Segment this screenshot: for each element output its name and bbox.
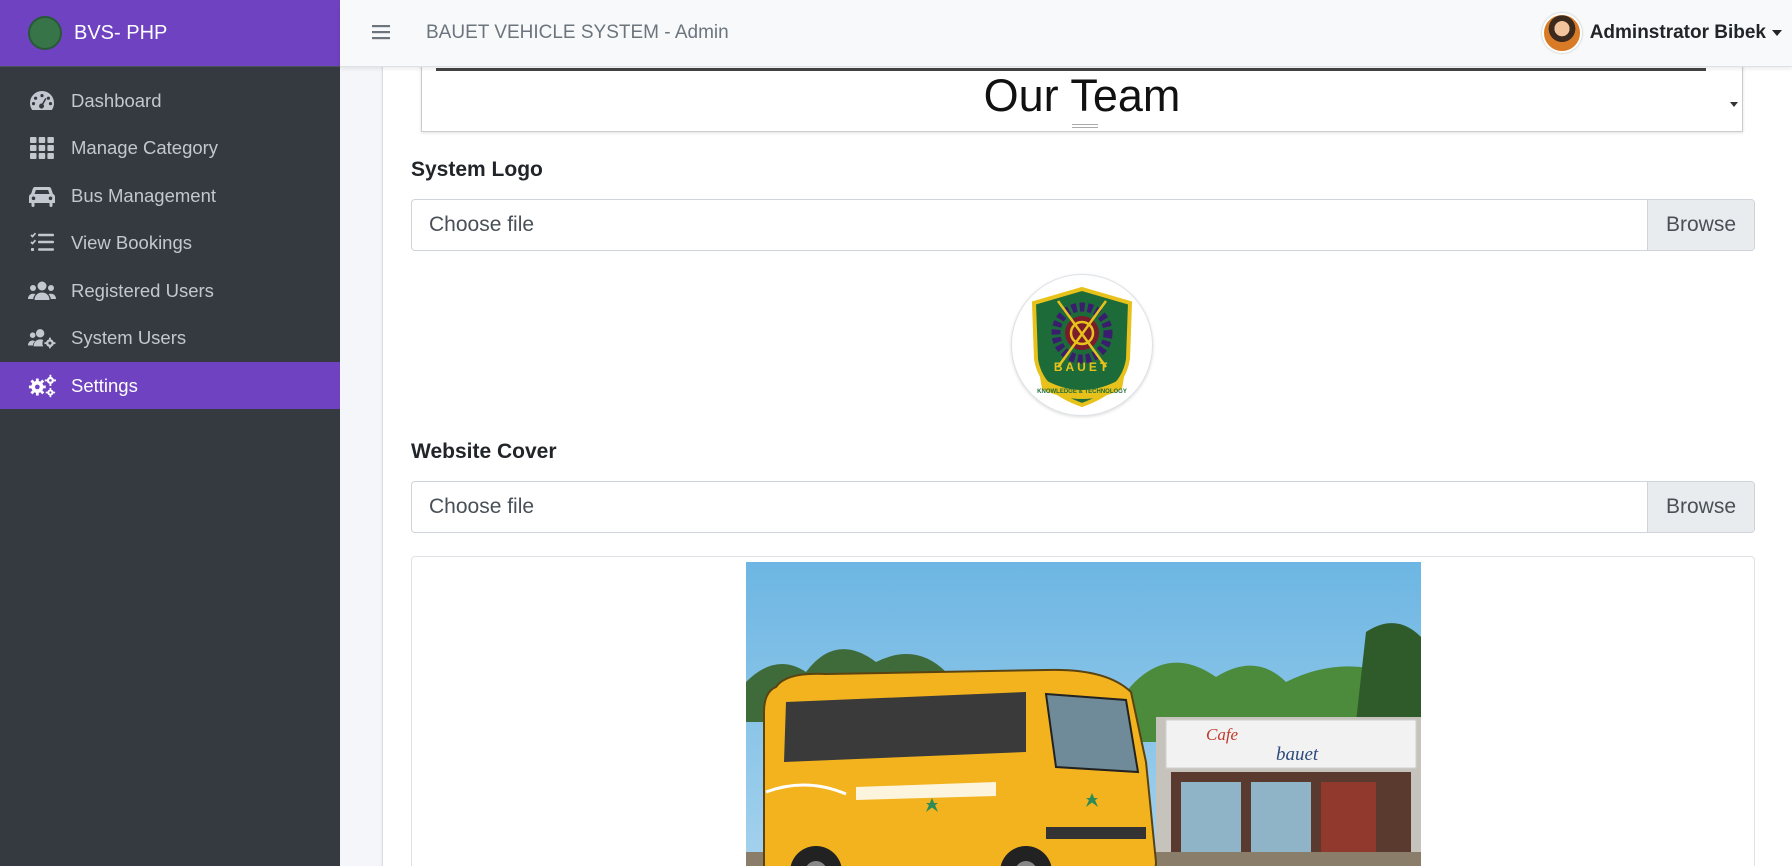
- users-cog-icon: [28, 326, 56, 350]
- system-logo-preview: BAUET KNOWLEDGE & TECHNOLOGY: [1011, 274, 1153, 416]
- user-menu[interactable]: Adminstrator Bibek: [1541, 13, 1782, 53]
- brand-link[interactable]: BVS- PHP: [0, 0, 340, 67]
- browse-button[interactable]: Browse: [1647, 200, 1754, 250]
- sidebar-nav: Dashboard Manage Category Bus Management…: [0, 77, 340, 409]
- sidebar-item-manage-category[interactable]: Manage Category: [0, 125, 340, 172]
- sidebar-item-label: System Users: [71, 327, 187, 348]
- brand-logo: [28, 16, 62, 50]
- editor-scroll-down-icon[interactable]: [1730, 102, 1738, 107]
- sidebar-item-label: Dashboard: [71, 89, 162, 111]
- main-content: Our Team System Logo Choose file Browse …: [340, 0, 1792, 866]
- sidebar-item-dashboard[interactable]: Dashboard: [0, 77, 340, 124]
- sidebar-item-system-users[interactable]: System Users: [0, 315, 340, 362]
- top-navbar: BAUET VEHICLE SYSTEM - Admin Adminstrato…: [340, 0, 1792, 67]
- file-input-text: Choose file: [429, 495, 535, 518]
- cogs-icon: [28, 374, 56, 398]
- website-cover-file-input[interactable]: Choose file Browse: [411, 481, 1755, 533]
- sidebar-item-label: View Bookings: [71, 232, 193, 253]
- bus-photo: Cafe bauet: [746, 562, 1421, 866]
- system-title: BAUET VEHICLE SYSTEM - Admin: [426, 22, 729, 43]
- sidebar-item-label: Bus Management: [71, 184, 217, 206]
- sidebar-item-settings[interactable]: Settings: [0, 362, 340, 409]
- website-cover-label: Website Cover: [411, 440, 557, 463]
- sidebar-item-label: Registered Users: [71, 279, 214, 301]
- users-icon: [28, 279, 56, 303]
- cover-image: Cafe bauet: [746, 562, 1421, 866]
- user-name: Adminstrator Bibek: [1589, 22, 1766, 43]
- grid-icon: [28, 136, 56, 160]
- brand-name: BVS- PHP: [74, 21, 168, 44]
- website-cover-preview: Cafe bauet: [411, 556, 1755, 866]
- file-input-text: Choose file: [429, 213, 535, 236]
- dashboard-icon: [28, 89, 56, 113]
- editor-heading: Our Team: [983, 70, 1181, 121]
- hamburger-icon[interactable]: [372, 19, 392, 47]
- chevron-down-icon: [1772, 30, 1782, 36]
- system-logo-label: System Logo: [411, 158, 543, 181]
- browse-button[interactable]: Browse: [1647, 482, 1754, 532]
- logo-text: BAUET: [1054, 360, 1110, 374]
- settings-card: Our Team System Logo Choose file Browse …: [383, 0, 1792, 866]
- sign-cafe: Cafe: [1206, 725, 1239, 744]
- sidebar-item-label: Settings: [71, 374, 138, 396]
- logo-motto: KNOWLEDGE & TECHNOLOGY: [1037, 389, 1127, 395]
- sidebar: BVS- PHP Dashboard Manage Category Bus M…: [0, 0, 340, 866]
- avatar: [1541, 13, 1582, 53]
- sidebar-item-bus-management[interactable]: Bus Management: [0, 172, 340, 219]
- about-editor[interactable]: Our Team: [421, 60, 1743, 132]
- sidebar-item-label: Manage Category: [71, 137, 219, 158]
- list-check-icon: [28, 231, 56, 255]
- sign-name: bauet: [1276, 744, 1319, 765]
- sidebar-item-registered-users[interactable]: Registered Users: [0, 267, 340, 314]
- bauet-logo: BAUET KNOWLEDGE & TECHNOLOGY: [1031, 286, 1133, 408]
- editor-resize-handle[interactable]: [1072, 124, 1098, 128]
- sidebar-item-view-bookings[interactable]: View Bookings: [0, 220, 340, 267]
- system-logo-file-input[interactable]: Choose file Browse: [411, 199, 1755, 251]
- car-icon: [28, 184, 56, 208]
